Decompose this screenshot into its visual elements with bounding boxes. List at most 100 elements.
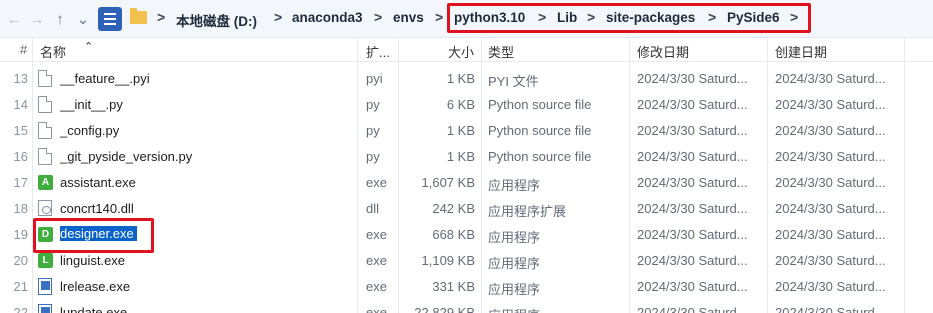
breadcrumb-separator[interactable]: > (587, 9, 595, 25)
file-extension: pyi (366, 71, 383, 86)
file-extension: py (366, 123, 380, 138)
file-row[interactable]: 21 lrelease.exe exe 331 KB 应用程序 2024/3/3… (0, 274, 905, 300)
breadcrumb-separator[interactable]: > (790, 9, 798, 25)
file-name[interactable]: lupdate.exe (60, 305, 127, 313)
file-type: 应用程序扩展 (488, 204, 567, 219)
address-bar: ← → ↑ ⌄ > 本地磁盘 (D:) > anaconda3 > envs >… (0, 0, 933, 38)
menu-icon[interactable] (98, 7, 122, 31)
file-created: 2024/3/30 Saturd... (775, 175, 886, 190)
file-modified: 2024/3/30 Saturd... (637, 201, 748, 216)
file-type: Python source file (488, 97, 592, 112)
file-row[interactable]: 16 _git_pyside_version.py py 1 KB Python… (0, 144, 905, 170)
arrow-left-icon[interactable]: ← (4, 7, 24, 31)
file-row[interactable]: 20 L linguist.exe exe 1,109 KB 应用程序 2024… (0, 248, 905, 274)
breadcrumb-separator[interactable]: > (274, 9, 282, 25)
file-created: 2024/3/30 Saturd... (775, 201, 886, 216)
file-type: 应用程序 (488, 178, 541, 193)
row-number: 18 (13, 201, 28, 216)
arrow-right-icon[interactable]: → (27, 7, 47, 31)
file-created: 2024/3/30 Saturd... (775, 123, 886, 138)
file-name[interactable]: _config.py (60, 123, 119, 138)
file-modified: 2024/3/30 Saturd... (637, 123, 748, 138)
header-name[interactable]: 名称 (40, 42, 66, 61)
file-name[interactable]: _git_pyside_version.py (60, 149, 192, 164)
breadcrumb-anaconda3[interactable]: anaconda3 (292, 10, 363, 25)
file-type: Python source file (488, 123, 592, 138)
breadcrumb-drive[interactable]: 本地磁盘 (D:) (176, 10, 257, 30)
file-row[interactable]: 22 lupdate.exe exe 22,829 KB 应用程序 2024/3… (0, 300, 905, 313)
row-number: 16 (13, 149, 28, 164)
file-size: 668 KB (432, 227, 475, 242)
linguist-app-icon: L (38, 253, 53, 268)
file-type: 应用程序 (488, 256, 541, 271)
file-modified: 2024/3/30 Saturd... (637, 305, 748, 313)
file-modified: 2024/3/30 Saturd... (637, 149, 748, 164)
breadcrumb-pyside6[interactable]: PySide6 (727, 10, 780, 25)
sort-ascending-icon[interactable]: ⌃ (84, 40, 93, 53)
file-extension: exe (366, 227, 387, 242)
breadcrumb-separator[interactable]: > (708, 9, 716, 25)
column-header: # 名称 ⌃ 扩... 大小 类型 修改日期 创建日期 (0, 38, 933, 62)
file-name[interactable]: __feature__.pyi (60, 71, 150, 86)
breadcrumb-separator[interactable]: > (157, 9, 165, 25)
header-size[interactable]: 大小 (448, 42, 474, 61)
row-number: 20 (13, 253, 28, 268)
file-created: 2024/3/30 Saturd... (775, 305, 886, 313)
file-name-selected[interactable]: designer.exe (60, 226, 137, 241)
row-number: 15 (13, 123, 28, 138)
row-number: 17 (13, 175, 28, 190)
arrow-up-icon[interactable]: ↑ (50, 7, 70, 31)
file-size: 1 KB (446, 71, 475, 86)
file-icon (38, 96, 52, 113)
file-extension: exe (366, 253, 387, 268)
header-index: # (20, 42, 28, 57)
dll-gear-icon (38, 200, 52, 216)
breadcrumb-separator[interactable]: > (435, 9, 443, 25)
file-row-selected[interactable]: 19 D designer.exe exe 668 KB 应用程序 2024/3… (0, 222, 905, 248)
file-created: 2024/3/30 Saturd... (775, 279, 886, 294)
breadcrumb-python310[interactable]: python3.10 (454, 10, 525, 25)
header-modified[interactable]: 修改日期 (637, 42, 689, 61)
file-modified: 2024/3/30 Saturd... (637, 279, 748, 294)
file-row[interactable]: 17 A assistant.exe exe 1,607 KB 应用程序 202… (0, 170, 905, 196)
breadcrumb-envs[interactable]: envs (393, 10, 424, 25)
row-number: 19 (13, 227, 28, 242)
breadcrumb-separator[interactable]: > (538, 9, 546, 25)
file-name[interactable]: linguist.exe (60, 253, 125, 268)
file-name[interactable]: lrelease.exe (60, 279, 130, 294)
file-extension: exe (366, 305, 387, 313)
window-app-icon (38, 278, 52, 295)
file-extension: dll (366, 201, 380, 216)
file-name[interactable]: assistant.exe (60, 175, 136, 190)
file-name[interactable]: concrt140.dll (60, 201, 134, 216)
file-row[interactable]: 18 concrt140.dll dll 242 KB 应用程序扩展 2024/… (0, 196, 905, 222)
file-type: PYI 文件 (488, 74, 539, 89)
file-icon (38, 148, 52, 165)
header-type[interactable]: 类型 (488, 42, 514, 61)
header-extension[interactable]: 扩... (366, 42, 390, 61)
file-modified: 2024/3/30 Saturd... (637, 97, 748, 112)
file-size: 6 KB (446, 97, 475, 112)
folder-icon (130, 8, 147, 24)
breadcrumb-lib[interactable]: Lib (557, 10, 577, 25)
file-row[interactable]: 14 __init__.py py 6 KB Python source fil… (0, 92, 905, 118)
file-modified: 2024/3/30 Saturd... (637, 175, 748, 190)
row-number: 13 (13, 71, 28, 86)
file-size: 22,829 KB (414, 305, 475, 313)
file-row[interactable]: 13 __feature__.pyi pyi 1 KB PYI 文件 2024/… (0, 66, 905, 92)
window-app-icon (38, 304, 52, 313)
file-extension: exe (366, 175, 387, 190)
file-name[interactable]: __init__.py (60, 97, 123, 112)
file-created: 2024/3/30 Saturd... (775, 97, 886, 112)
file-created: 2024/3/30 Saturd... (775, 227, 886, 242)
file-row[interactable]: 15 _config.py py 1 KB Python source file… (0, 118, 905, 144)
header-created[interactable]: 创建日期 (775, 42, 827, 61)
breadcrumb-separator[interactable]: > (374, 9, 382, 25)
file-modified: 2024/3/30 Saturd... (637, 253, 748, 268)
vertical-scrollbar[interactable] (905, 62, 933, 313)
file-size: 1 KB (446, 149, 475, 164)
designer-app-icon: D (38, 227, 53, 242)
chevron-down-icon[interactable]: ⌄ (73, 7, 93, 31)
breadcrumb-site-packages[interactable]: site-packages (606, 10, 695, 25)
file-modified: 2024/3/30 Saturd... (637, 227, 748, 242)
